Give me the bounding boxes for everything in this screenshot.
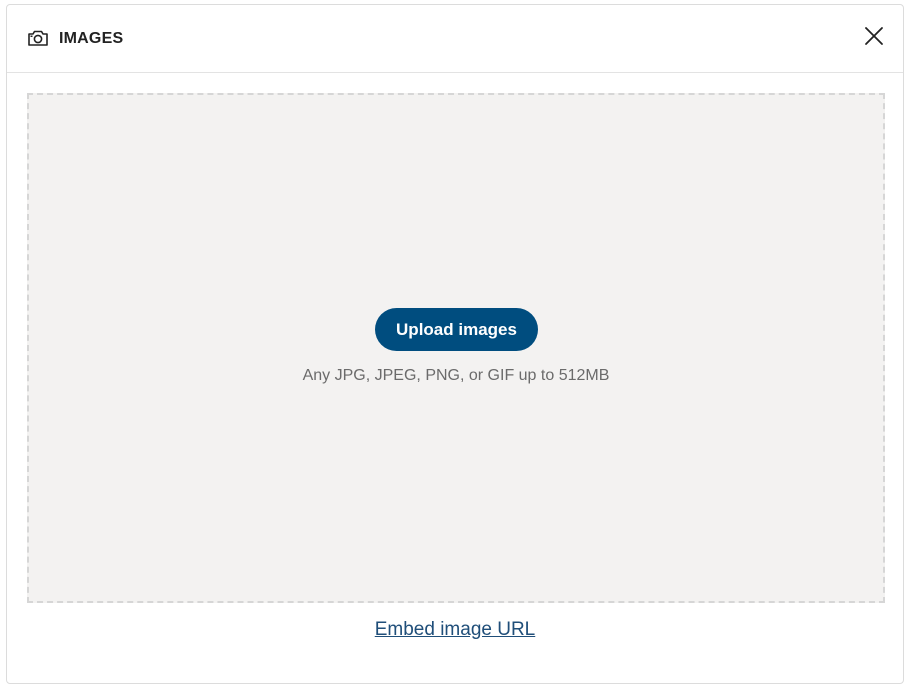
images-dialog: IMAGES Upload images Any JPG, JPEG, PNG,… xyxy=(6,4,904,684)
dialog-title: IMAGES xyxy=(59,30,124,47)
embed-image-url-link[interactable]: Embed image URL xyxy=(375,619,536,640)
file-type-hint: Any JPG, JPEG, PNG, or GIF up to 512MB xyxy=(302,367,610,384)
upload-images-button[interactable]: Upload images xyxy=(375,308,538,351)
close-icon xyxy=(864,26,884,51)
close-button[interactable] xyxy=(859,23,889,53)
camera-icon xyxy=(27,29,49,47)
dialog-header: IMAGES xyxy=(7,5,903,73)
embed-link-container: Embed image URL xyxy=(7,618,903,642)
image-dropzone[interactable]: Upload images Any JPG, JPEG, PNG, or GIF… xyxy=(27,93,885,603)
